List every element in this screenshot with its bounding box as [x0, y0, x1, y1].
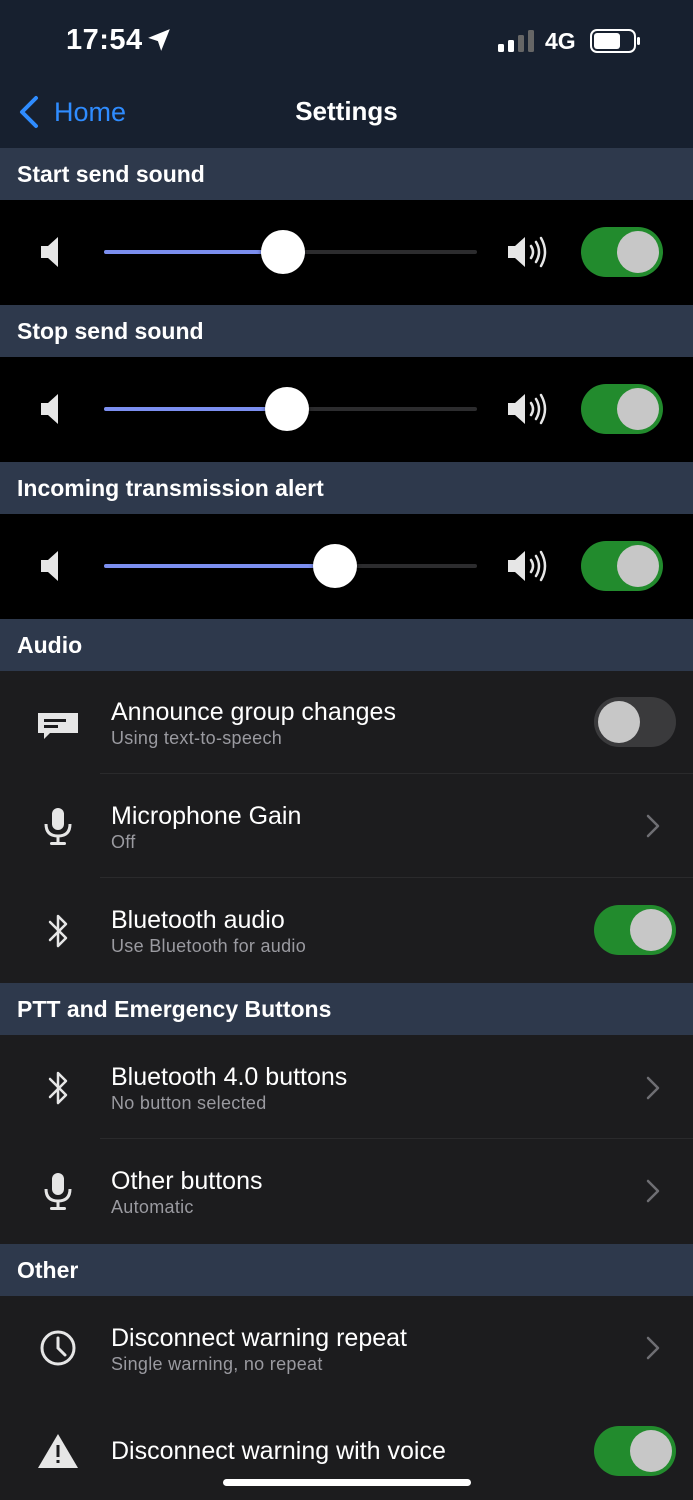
volume-slider-thumb[interactable]	[264, 387, 309, 431]
toggle-knob	[617, 388, 659, 430]
row-subtitle: No button selected	[111, 1093, 267, 1113]
incoming-transmission-alert-row	[0, 514, 693, 618]
disconnect-warning-repeat-row[interactable]: Disconnect warning repeat Single warning…	[0, 1296, 693, 1400]
other-buttons-row[interactable]: Other buttons Automatic	[0, 1139, 693, 1244]
clock-icon	[40, 1330, 76, 1366]
disconnect-warning-voice-toggle[interactable]	[594, 1426, 676, 1476]
network-type: 4G	[545, 28, 576, 54]
toggle-knob	[630, 909, 672, 951]
volume-slider-fill	[104, 407, 287, 411]
row-title: Microphone Gain	[111, 802, 302, 830]
chevron-right-icon	[646, 1336, 660, 1360]
navigation-bar: 17:54 4G Home Settings	[0, 0, 693, 148]
toggle-knob	[630, 1430, 672, 1472]
volume-high-icon	[508, 550, 547, 582]
volume-slider[interactable]	[104, 230, 477, 274]
bluetooth-audio-toggle[interactable]	[594, 905, 676, 955]
chevron-right-icon	[646, 814, 660, 838]
section-header-audio: Audio	[0, 619, 693, 671]
bluetooth-icon	[48, 914, 68, 948]
toggle-knob	[617, 231, 659, 273]
bluetooth-icon	[48, 1071, 68, 1105]
status-time: 17:54	[66, 24, 143, 56]
volume-high-icon	[508, 393, 547, 425]
volume-slider-fill	[104, 564, 336, 568]
announce-group-changes-toggle[interactable]	[594, 697, 676, 747]
row-subtitle: Automatic	[111, 1197, 194, 1217]
row-title: Disconnect warning repeat	[111, 1324, 407, 1352]
stop-send-sound-toggle[interactable]	[581, 384, 663, 434]
volume-slider-thumb[interactable]	[313, 544, 358, 588]
row-title: Disconnect warning with voice	[111, 1437, 446, 1465]
stop-send-sound-row	[0, 357, 693, 461]
volume-high-icon	[508, 236, 547, 268]
volume-slider[interactable]	[104, 387, 477, 431]
row-subtitle: Using text-to-speech	[111, 728, 283, 748]
section-header-start-send-sound: Start send sound	[0, 148, 693, 200]
section-header-other: Other	[0, 1244, 693, 1296]
row-title: Other buttons	[111, 1167, 263, 1195]
bluetooth-audio-row[interactable]: Bluetooth audio Use Bluetooth for audio	[0, 878, 693, 983]
warning-icon	[38, 1434, 78, 1468]
page-title: Settings	[295, 96, 398, 126]
row-subtitle: Single warning, no repeat	[111, 1354, 323, 1374]
volume-slider-thumb[interactable]	[261, 230, 306, 274]
toggle-knob	[598, 701, 640, 743]
section-header-ptt: PTT and Emergency Buttons	[0, 983, 693, 1035]
incoming-transmission-alert-toggle[interactable]	[581, 541, 663, 591]
row-title: Bluetooth 4.0 buttons	[111, 1063, 348, 1091]
location-arrow-icon	[148, 29, 170, 51]
volume-slider-fill	[104, 250, 284, 254]
announce-group-changes-row[interactable]: Announce group changes Using text-to-spe…	[0, 671, 693, 774]
microphone-gain-row[interactable]: Microphone Gain Off	[0, 774, 693, 878]
cellular-signal-icon	[498, 30, 534, 52]
chevron-right-icon	[646, 1076, 660, 1100]
home-indicator	[223, 1479, 471, 1486]
volume-slider[interactable]	[104, 544, 477, 588]
bluetooth-buttons-row[interactable]: Bluetooth 4.0 buttons No button selected	[0, 1035, 693, 1139]
row-subtitle: Use Bluetooth for audio	[111, 936, 307, 956]
row-subtitle: Off	[111, 832, 136, 852]
volume-low-icon	[41, 551, 58, 581]
row-title: Announce group changes	[111, 698, 396, 726]
microphone-icon	[44, 1173, 72, 1210]
volume-low-icon	[41, 394, 58, 424]
volume-low-icon	[41, 237, 58, 267]
row-title: Bluetooth audio	[111, 906, 285, 934]
battery-icon	[590, 29, 640, 53]
toggle-knob	[617, 545, 659, 587]
start-send-sound-toggle[interactable]	[581, 227, 663, 277]
microphone-icon	[44, 808, 72, 845]
message-icon	[38, 713, 78, 739]
start-send-sound-row	[0, 200, 693, 304]
chevron-right-icon	[646, 1179, 660, 1203]
section-header-incoming-transmission-alert: Incoming transmission alert	[0, 462, 693, 514]
section-header-stop-send-sound: Stop send sound	[0, 305, 693, 357]
